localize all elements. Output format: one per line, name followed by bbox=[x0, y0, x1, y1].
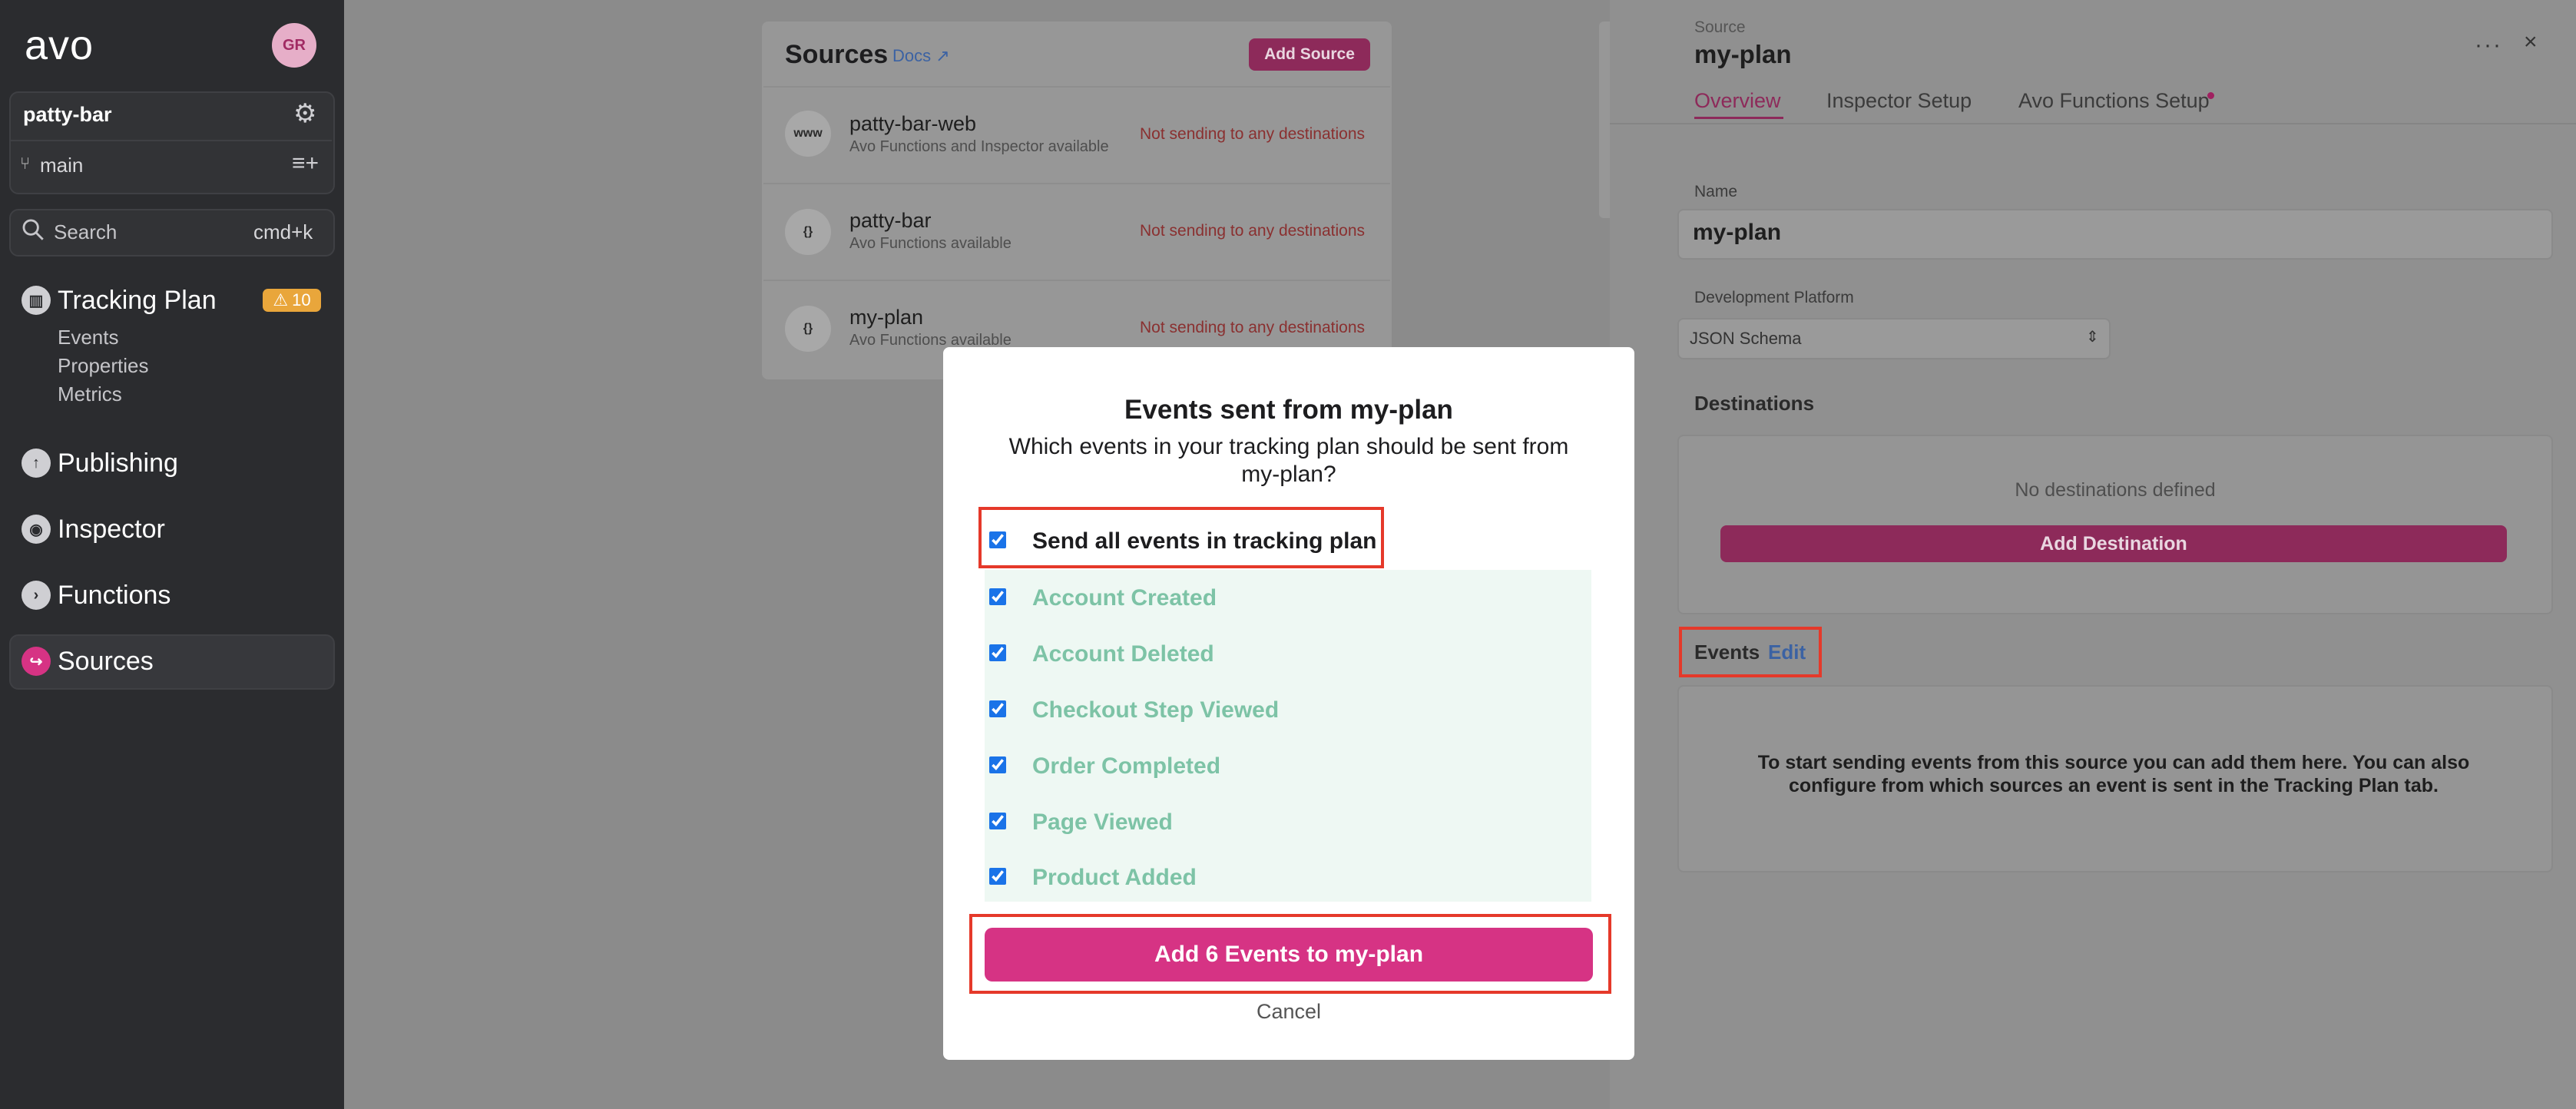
warning-count: 10 bbox=[292, 290, 311, 310]
warning-icon: ⚠ bbox=[273, 290, 289, 310]
cloud-upload-icon: ↑ bbox=[22, 449, 51, 478]
cancel-button[interactable]: Cancel bbox=[943, 1000, 1634, 1024]
platform-label: Development Platform bbox=[1694, 289, 1854, 306]
events-heading: Events bbox=[1694, 641, 1760, 664]
close-icon[interactable]: × bbox=[2524, 29, 2538, 55]
send-all-checkbox[interactable] bbox=[989, 531, 1006, 548]
events-empty-text: To start sending events from this source… bbox=[1757, 752, 2470, 796]
docs-link[interactable]: Docs ↗ bbox=[892, 46, 950, 66]
branch-name[interactable]: main bbox=[40, 154, 83, 177]
sources-title: Sources bbox=[785, 40, 889, 69]
events-list bbox=[985, 570, 1591, 902]
avatar[interactable]: GR bbox=[272, 23, 316, 68]
platform-value: JSON Schema bbox=[1690, 329, 1802, 348]
divider bbox=[11, 140, 332, 141]
add-source-button[interactable]: Add Source bbox=[1249, 38, 1370, 71]
branch-menu-icon[interactable]: ≡+ bbox=[292, 151, 319, 177]
inspector-icon: ◉ bbox=[22, 515, 51, 544]
divider bbox=[1610, 123, 2576, 124]
event-checkbox[interactable] bbox=[989, 756, 1006, 773]
source-status: Not sending to any destinations bbox=[1140, 319, 1366, 336]
add-events-button[interactable]: Add 6 Events to my-plan bbox=[985, 928, 1593, 982]
notification-dot bbox=[2207, 92, 2214, 99]
name-value: my-plan bbox=[1693, 220, 1782, 245]
source-name: my-plan bbox=[849, 306, 924, 329]
event-label[interactable]: Checkout Step Viewed bbox=[1032, 697, 1279, 723]
search-placeholder: Search bbox=[54, 220, 118, 243]
nav-properties[interactable]: Properties bbox=[58, 354, 149, 378]
name-label: Name bbox=[1694, 183, 1738, 200]
search-icon bbox=[22, 219, 44, 240]
destinations-box bbox=[1677, 435, 2553, 614]
event-label[interactable]: Product Added bbox=[1032, 865, 1197, 891]
event-checkbox[interactable] bbox=[989, 868, 1006, 885]
destinations-heading: Destinations bbox=[1694, 392, 1815, 415]
source-desc: Avo Functions available bbox=[849, 235, 1012, 252]
modal-subtitle: Which events in your tracking plan shoul… bbox=[1008, 434, 1569, 487]
add-destination-button[interactable]: Add Destination bbox=[1720, 525, 2507, 562]
source-name: patty-bar-web bbox=[849, 112, 977, 135]
functions-icon: › bbox=[22, 581, 51, 610]
active-tab-indicator bbox=[1694, 117, 1783, 119]
warning-badge[interactable]: ⚠ 10 bbox=[263, 289, 321, 312]
event-label[interactable]: Order Completed bbox=[1032, 753, 1220, 780]
event-label[interactable]: Account Deleted bbox=[1032, 641, 1214, 667]
search-shortcut: cmd+k bbox=[253, 220, 313, 243]
send-all-label[interactable]: Send all events in tracking plan bbox=[1032, 528, 1376, 554]
tab-inspector-setup[interactable]: Inspector Setup bbox=[1826, 89, 1972, 113]
nav-events[interactable]: Events bbox=[58, 326, 119, 349]
panel-kicker: Source bbox=[1694, 18, 1746, 36]
event-checkbox[interactable] bbox=[989, 588, 1006, 605]
source-status: Not sending to any destinations bbox=[1140, 125, 1366, 143]
destinations-empty-text: No destinations defined bbox=[2015, 479, 2216, 501]
modal-title: Events sent from my-plan bbox=[1124, 395, 1453, 425]
event-checkbox[interactable] bbox=[989, 644, 1006, 661]
event-checkbox[interactable] bbox=[989, 700, 1006, 717]
source-name: patty-bar bbox=[849, 209, 932, 232]
source-desc: Avo Functions and Inspector available bbox=[849, 138, 1109, 155]
panel-title: my-plan bbox=[1694, 40, 1792, 68]
event-label[interactable]: Page Viewed bbox=[1032, 809, 1173, 836]
workspace-name[interactable]: patty-bar bbox=[23, 103, 112, 127]
nav-inspector[interactable]: Inspector bbox=[58, 515, 165, 545]
nav-metrics[interactable]: Metrics bbox=[58, 382, 122, 406]
tracking-plan-icon: ▥ bbox=[22, 286, 51, 315]
select-caret-icon: ⇕ bbox=[2086, 329, 2099, 346]
gear-icon[interactable]: ⚙ bbox=[293, 98, 316, 129]
source-status: Not sending to any destinations bbox=[1140, 222, 1366, 240]
nav-sources[interactable]: Sources bbox=[58, 647, 154, 677]
more-icon[interactable]: ··· bbox=[2475, 32, 2502, 58]
tab-avo-functions-setup[interactable]: Avo Functions Setup bbox=[2018, 89, 2210, 113]
code-source-icon: {} bbox=[785, 209, 831, 255]
nav-functions[interactable]: Functions bbox=[58, 581, 171, 611]
nav-tracking-plan[interactable]: Tracking Plan bbox=[58, 286, 217, 316]
events-edit-link[interactable]: Edit bbox=[1768, 641, 1806, 664]
branch-icon: ⑂ bbox=[20, 154, 31, 173]
event-label[interactable]: Account Created bbox=[1032, 585, 1217, 611]
name-field[interactable] bbox=[1677, 209, 2553, 260]
avo-logo[interactable]: avo bbox=[25, 22, 94, 69]
sources-icon: ↪ bbox=[22, 647, 51, 676]
event-checkbox[interactable] bbox=[989, 813, 1006, 829]
code-source-icon: {} bbox=[785, 306, 831, 352]
nav-publishing[interactable]: Publishing bbox=[58, 449, 178, 478]
tab-overview[interactable]: Overview bbox=[1694, 89, 1781, 113]
web-source-icon: www bbox=[785, 111, 831, 157]
